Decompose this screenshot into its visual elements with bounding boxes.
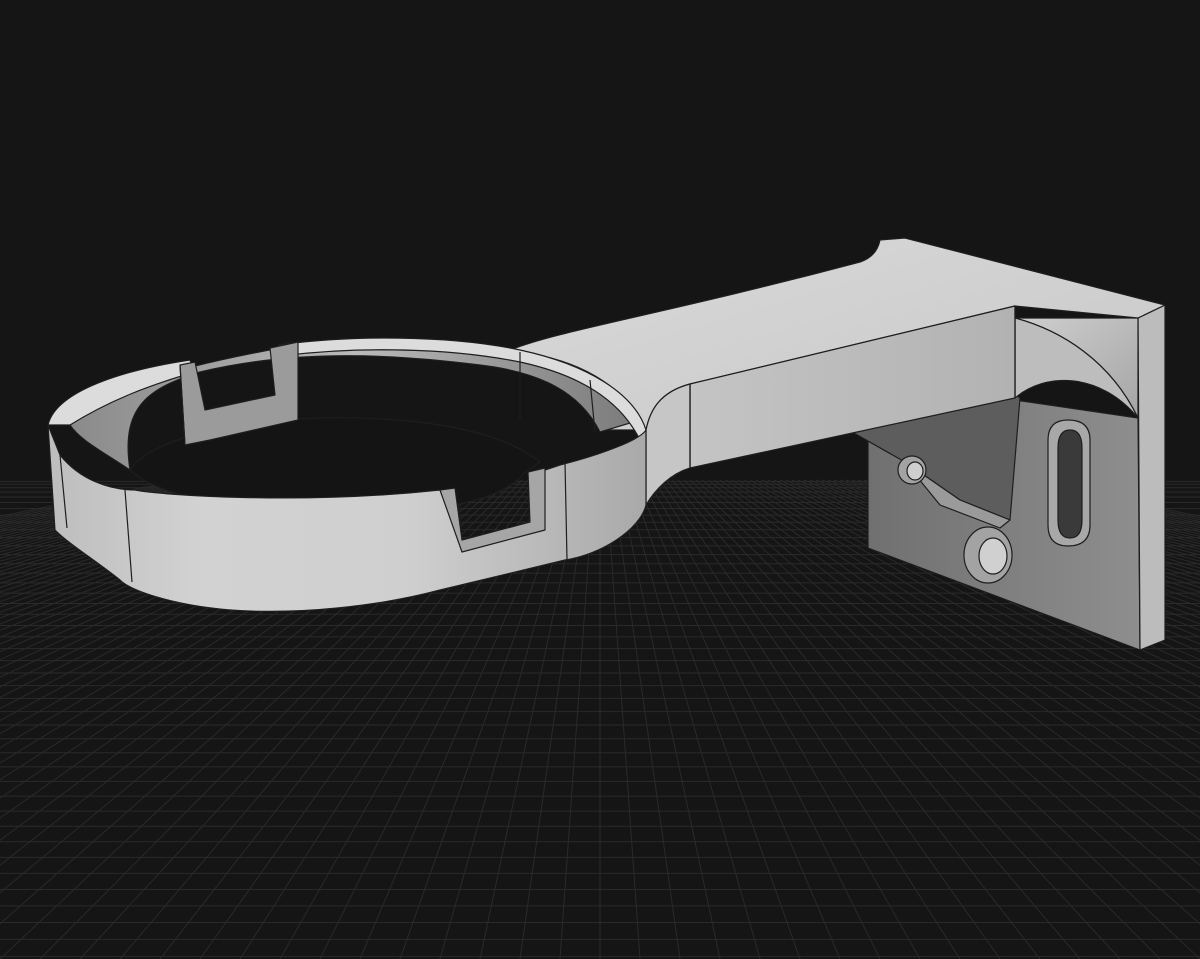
grid-line xyxy=(629,479,801,959)
grid-line xyxy=(635,479,841,959)
mounting-slot[interactable] xyxy=(1047,419,1091,547)
grid-line xyxy=(617,479,721,959)
viewport-canvas[interactable] xyxy=(0,0,1200,959)
grid-line xyxy=(611,479,681,959)
grid-line xyxy=(623,479,761,959)
3d-viewport[interactable] xyxy=(0,0,1200,959)
grid-line xyxy=(605,479,641,959)
oval-ring-holder[interactable] xyxy=(47,337,647,612)
